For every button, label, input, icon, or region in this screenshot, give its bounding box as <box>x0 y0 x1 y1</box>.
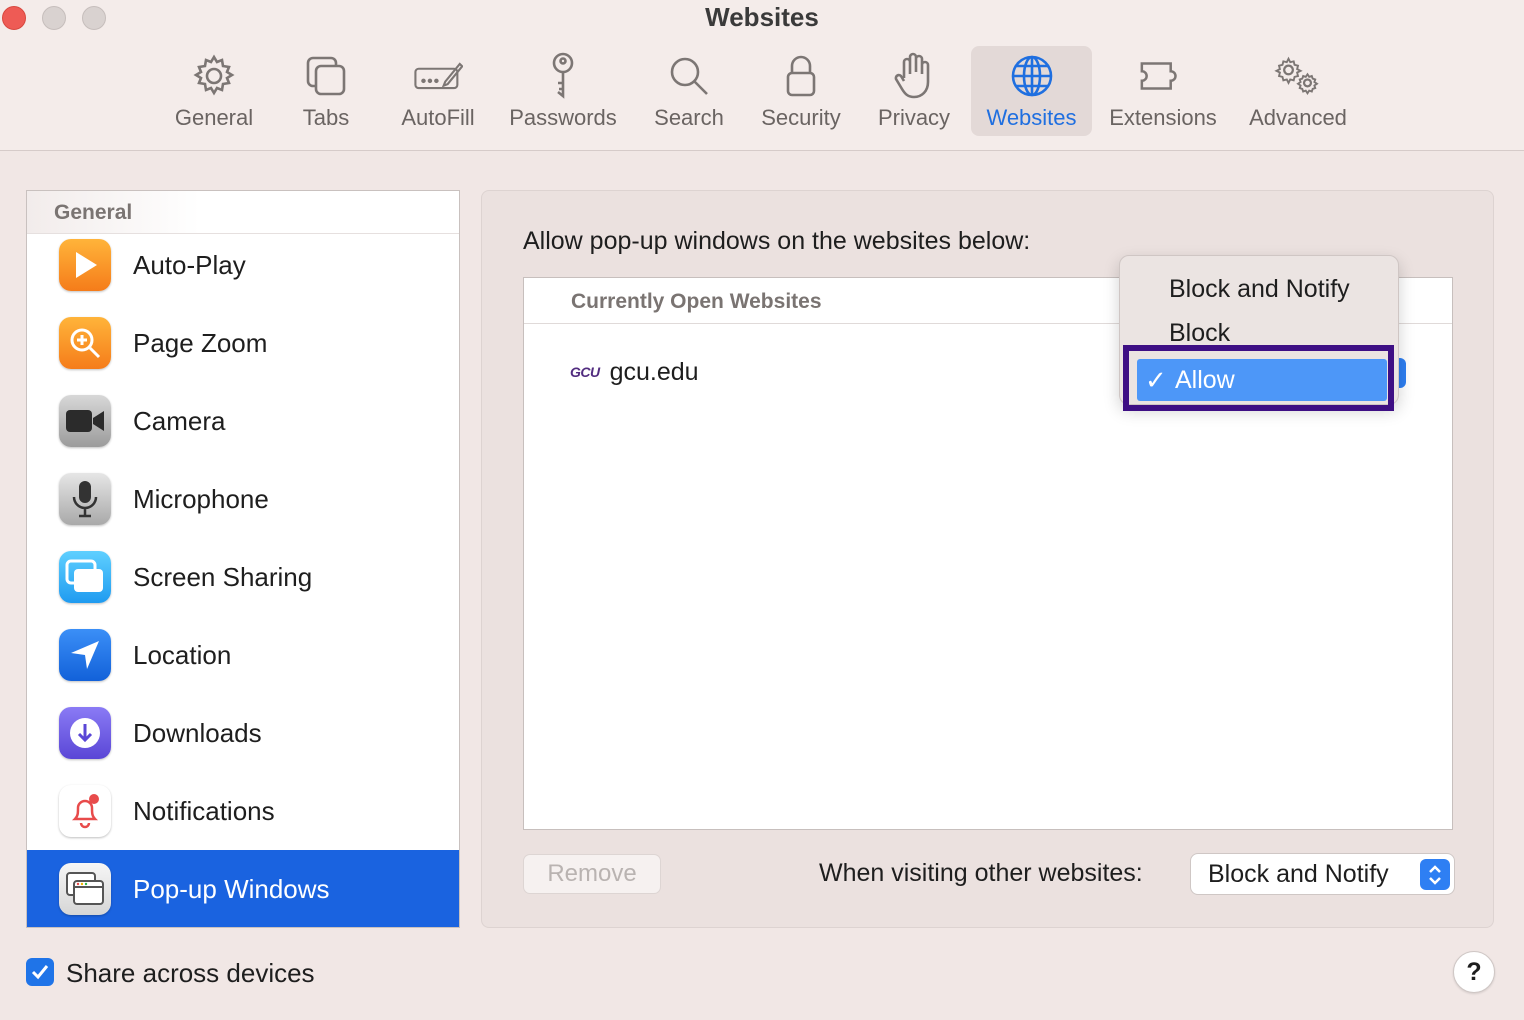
tab-websites[interactable]: Websites <box>971 46 1092 136</box>
tabs-icon <box>301 51 351 101</box>
sidebar-item-label: Notifications <box>133 795 275 826</box>
site-name: gcu.edu <box>609 357 699 386</box>
sidebar: General Auto-Play Page Zoom Camera Micro… <box>26 190 460 928</box>
chevron-up-down-icon <box>1420 859 1450 890</box>
zoom-icon <box>59 317 111 369</box>
tab-security[interactable]: Security <box>754 46 848 136</box>
sidebar-item-downloads[interactable]: Downloads <box>27 694 459 772</box>
sidebar-item-pop-up-windows[interactable]: Pop-up Windows <box>27 850 459 927</box>
gear-icon <box>189 51 239 101</box>
sidebar-item-label: Location <box>133 639 232 670</box>
toolbar: Websites General Tabs AutoFill Passwords… <box>0 0 1524 151</box>
tab-label: Passwords <box>509 105 617 130</box>
screen-sharing-icon <box>59 551 111 603</box>
sidebar-item-label: Pop-up Windows <box>133 873 330 904</box>
tab-label: Advanced <box>1249 105 1347 130</box>
sidebar-item-notifications[interactable]: Notifications <box>27 772 459 850</box>
menu-item-block[interactable]: Block <box>1169 319 1230 348</box>
play-icon <box>59 239 111 291</box>
gears-icon <box>1273 51 1323 101</box>
checkmark-icon: ✓ <box>1145 364 1167 395</box>
menu-item-label: Allow <box>1175 365 1235 394</box>
window-title: Websites <box>705 2 819 32</box>
tab-privacy[interactable]: Privacy <box>872 46 956 136</box>
location-arrow-icon <box>59 629 111 681</box>
panel-title: Allow pop-up windows on the websites bel… <box>523 227 1031 255</box>
checkmark-icon <box>31 965 49 980</box>
tab-tabs[interactable]: Tabs <box>290 46 362 136</box>
sidebar-item-screen-sharing[interactable]: Screen Sharing <box>27 538 459 616</box>
sidebar-item-camera[interactable]: Camera <box>27 382 459 460</box>
tab-search[interactable]: Search <box>649 46 729 136</box>
hand-icon <box>889 51 939 101</box>
globe-icon <box>1007 51 1057 101</box>
lock-icon <box>776 51 826 101</box>
sidebar-item-label: Screen Sharing <box>133 561 313 592</box>
sidebar-item-location[interactable]: Location <box>27 616 459 694</box>
sidebar-item-label: Microphone <box>133 483 269 514</box>
sidebar-item-label: Page Zoom <box>133 327 268 358</box>
visiting-select[interactable]: Block and Notify <box>1190 853 1455 895</box>
tab-label: Tabs <box>302 105 350 130</box>
magnifier-icon <box>664 51 714 101</box>
camera-icon <box>59 395 111 447</box>
tab-label: Extensions <box>1109 105 1217 130</box>
tab-label: AutoFill <box>401 105 475 130</box>
microphone-icon <box>59 473 111 525</box>
tab-extensions[interactable]: Extensions <box>1104 46 1222 136</box>
tab-label: General <box>174 105 254 130</box>
menu-item-block-and-notify[interactable]: Block and Notify <box>1169 275 1350 304</box>
tab-label: Security <box>761 105 841 130</box>
key-icon <box>538 51 588 101</box>
sidebar-item-page-zoom[interactable]: Page Zoom <box>27 304 459 382</box>
sidebar-item-microphone[interactable]: Microphone <box>27 460 459 538</box>
tab-passwords[interactable]: Passwords <box>505 46 621 136</box>
highlight-box: ✓ Allow <box>1123 345 1394 411</box>
tab-general[interactable]: General <box>168 46 260 136</box>
tab-advanced[interactable]: Advanced <box>1243 46 1353 136</box>
sidebar-item-label: Auto-Play <box>133 249 246 280</box>
autofill-icon <box>413 51 463 101</box>
bell-icon <box>59 785 111 837</box>
puzzle-icon <box>1138 51 1188 101</box>
download-icon <box>59 707 111 759</box>
share-across-devices-label: Share across devices <box>66 958 315 988</box>
sidebar-item-auto-play[interactable]: Auto-Play <box>27 226 459 304</box>
share-across-devices-checkbox[interactable] <box>26 958 54 986</box>
remove-button[interactable]: Remove <box>523 854 661 894</box>
popup-windows-icon <box>59 863 111 915</box>
tab-label: Websites <box>986 105 1077 130</box>
visiting-select-value: Block and Notify <box>1208 859 1389 888</box>
tab-label: Privacy <box>877 105 951 130</box>
help-button[interactable]: ? <box>1453 951 1495 993</box>
site-logo: GCU <box>570 364 600 380</box>
sidebar-item-label: Downloads <box>133 717 262 748</box>
menu-item-allow[interactable]: ✓ Allow <box>1137 359 1387 401</box>
tab-autofill[interactable]: AutoFill <box>394 46 482 136</box>
tab-label: Search <box>654 105 724 130</box>
sidebar-item-label: Camera <box>133 405 226 436</box>
visiting-label: When visiting other websites: <box>819 859 1143 887</box>
